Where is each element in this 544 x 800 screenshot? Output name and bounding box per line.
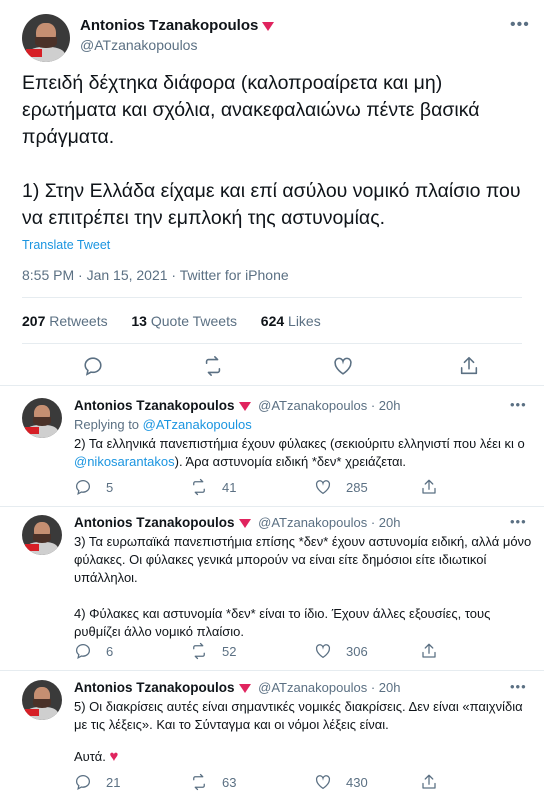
like-count: 285	[346, 479, 368, 495]
reply-header: Antonios Tzanakopoulos @ATzanakopoulos ·…	[74, 398, 401, 413]
share-icon	[422, 643, 436, 658]
replying-to: Replying to @ATzanakopoulos	[74, 417, 252, 432]
share-button[interactable]	[420, 642, 452, 660]
reply-icon	[75, 479, 91, 495]
red-heart-emoji: ♥	[109, 748, 119, 765]
retweet-button[interactable]: 41	[190, 478, 236, 496]
heart-icon	[334, 357, 352, 375]
reply-text: 2) Τα ελληνικά πανεπιστήμια έχουν φύλακε…	[74, 436, 525, 469]
engagement-stats: 207 Retweets 13 Quote Tweets 624 Likes	[22, 313, 321, 329]
tweet-text-p1: Επειδή δέχτηκα διάφορα (καλοπροαίρετα κα…	[22, 72, 480, 148]
like-count: 430	[346, 774, 368, 790]
author-name[interactable]: Antonios Tzanakopoulos	[80, 17, 275, 34]
reply-count: 5	[106, 479, 114, 495]
like-count: 306	[346, 643, 368, 659]
retweet-count: 52	[222, 643, 237, 659]
reply-time[interactable]: 20h	[379, 515, 401, 530]
share-icon	[460, 356, 478, 375]
reply-icon	[75, 774, 91, 790]
like-button[interactable]	[332, 355, 368, 377]
share-icon	[422, 479, 436, 494]
like-button[interactable]: 306	[314, 642, 368, 660]
retweet-icon	[193, 773, 205, 791]
retweet-icon	[193, 478, 205, 496]
share-button[interactable]	[420, 478, 452, 496]
share-icon	[422, 774, 436, 789]
retweet-icon	[205, 356, 221, 376]
replying-to-handle[interactable]: @ATzanakopoulos	[143, 417, 252, 432]
verified-icon	[238, 402, 251, 412]
reply-button[interactable]: 5	[74, 478, 113, 496]
reply-time[interactable]: 20h	[379, 398, 401, 413]
share-button[interactable]	[420, 773, 452, 791]
retweets-stat[interactable]: 207 Retweets	[22, 313, 108, 329]
reply-button[interactable]	[82, 355, 118, 377]
more-options-icon[interactable]: •••	[510, 397, 527, 412]
reply-icon	[84, 357, 102, 376]
reply-author-name[interactable]: Antonios Tzanakopoulos	[74, 398, 235, 413]
verified-icon	[262, 21, 275, 31]
reply-count: 21	[106, 774, 121, 790]
likes-stat[interactable]: 624 Likes	[261, 313, 321, 329]
heart-icon	[315, 775, 331, 790]
more-options-icon[interactable]: •••	[510, 679, 527, 694]
retweet-count: 63	[222, 774, 237, 790]
reply-avatar[interactable]	[22, 398, 62, 438]
more-options-icon[interactable]: •••	[510, 16, 530, 34]
retweet-button[interactable]	[202, 355, 238, 377]
share-button[interactable]	[458, 355, 494, 377]
quote-tweets-stat[interactable]: 13 Quote Tweets	[131, 313, 237, 329]
reply-avatar[interactable]	[22, 680, 62, 720]
retweet-icon	[193, 642, 205, 660]
reply-header: Antonios Tzanakopoulos @ATzanakopoulos ·…	[74, 680, 401, 695]
retweet-button[interactable]: 52	[190, 642, 236, 660]
tweet-timestamp[interactable]: 8:55 PM · Jan 15, 2021 · Twitter for iPh…	[22, 267, 289, 283]
reply-text: 5) Οι διακρίσεις αυτές είναι σημαντικές …	[74, 699, 523, 765]
reply-button[interactable]: 21	[74, 773, 120, 791]
heart-icon	[315, 480, 331, 495]
tweet-text: Επειδή δέχτηκα διάφορα (καλοπροαίρετα κα…	[22, 70, 527, 232]
more-options-icon[interactable]: •••	[510, 514, 527, 529]
retweet-count: 41	[222, 479, 237, 495]
reply-icon	[75, 643, 91, 659]
like-button[interactable]: 430	[314, 773, 368, 791]
reply-header: Antonios Tzanakopoulos @ATzanakopoulos ·…	[74, 515, 401, 530]
author-handle[interactable]: @ATzanakopoulos	[80, 37, 197, 53]
reply-button[interactable]: 6	[74, 642, 113, 660]
reply-author-handle[interactable]: @ATzanakopoulos	[258, 515, 367, 530]
reply-time[interactable]: 20h	[379, 680, 401, 695]
tweet-text-p2: 1) Στην Ελλάδα είχαμε και επί ασύλου νομ…	[22, 180, 521, 229]
reply-text: 3) Τα ευρωπαϊκά πανεπιστήμια επίσης *δεν…	[74, 534, 532, 639]
reply-count: 6	[106, 643, 114, 659]
retweet-button[interactable]: 63	[190, 773, 236, 791]
reply-author-handle[interactable]: @ATzanakopoulos	[258, 398, 367, 413]
verified-icon	[238, 684, 251, 694]
reply-author-name[interactable]: Antonios Tzanakopoulos	[74, 515, 235, 530]
like-button[interactable]: 285	[314, 478, 368, 496]
author-name-text[interactable]: Antonios Tzanakopoulos	[80, 17, 258, 34]
reply-author-handle[interactable]: @ATzanakopoulos	[258, 680, 367, 695]
avatar[interactable]	[22, 14, 70, 62]
reply-avatar[interactable]	[22, 515, 62, 555]
verified-icon	[238, 519, 251, 529]
heart-icon	[315, 644, 331, 659]
mention-link[interactable]: @nikosarantakos	[74, 454, 175, 469]
reply-author-name[interactable]: Antonios Tzanakopoulos	[74, 680, 235, 695]
translate-tweet-link[interactable]: Translate Tweet	[22, 238, 110, 252]
